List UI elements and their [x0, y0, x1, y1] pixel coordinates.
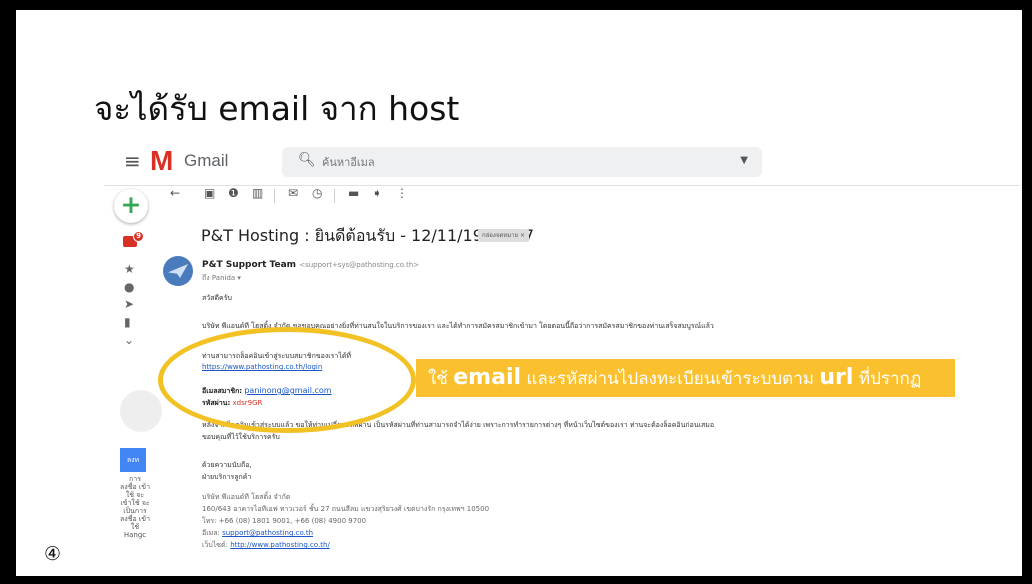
signature-web-row: เว็บไซต์: http://www.pathosting.co.th/ [202, 540, 330, 551]
toolbar-separator [274, 189, 275, 203]
gmail-header: ≡ M Gmail 🔍︎ ▼ [120, 144, 1020, 180]
callout-part-3: ที่ปรากฏ [853, 369, 922, 389]
slide-number: ④ [44, 543, 62, 565]
compose-button[interactable]: + [114, 189, 148, 223]
snoozed-icon[interactable]: ● [124, 280, 134, 294]
archive-icon[interactable]: ▣ [204, 186, 215, 200]
more-chevron-icon[interactable]: ⌄ [124, 333, 134, 347]
closing-regards: ด้วยความนับถือ, [202, 461, 252, 469]
sender-email: <support+sys@pathosting.co.th> [299, 261, 420, 269]
trash-icon[interactable]: ▥ [252, 186, 263, 200]
signature-company: บริษัท พีแอนด์ที โฮสติ้ง จำกัด [202, 493, 291, 501]
slide-title: จะได้รับ email จาก host [94, 89, 460, 128]
callout-part-1: ใช้ [428, 369, 454, 389]
callout-url-word: url [819, 365, 854, 390]
report-spam-icon[interactable]: ❶ [228, 186, 239, 200]
label-icon[interactable]: ➧ [372, 186, 382, 200]
callout-email-word: email [453, 365, 522, 390]
hangouts-signin-text: การ ลงชื่อ เข้าใช้ จะ เข้าใช้ จะ เป็นการ… [120, 475, 150, 539]
gmail-logo-icon[interactable]: M [150, 145, 173, 177]
sender-line: P&T Support Team <support+sys@pathosting… [202, 260, 419, 270]
toolbar-separator [334, 189, 335, 203]
mark-unread-icon[interactable]: ✉ [288, 186, 298, 200]
signature-email-row: อีเมล: support@pathosting.co.th [202, 528, 313, 539]
back-arrow-icon[interactable]: ← [170, 186, 180, 200]
sender-name: P&T Support Team [202, 260, 297, 270]
instruction-callout: ใช้ email และรหัสผ่านไปลงทะเบียนเข้าระบบ… [416, 359, 955, 397]
greeting: สวัสดีครับ [202, 294, 232, 302]
highlight-ellipse [158, 327, 416, 433]
snooze-clock-icon[interactable]: ◷ [312, 186, 322, 200]
signature-email-link[interactable]: support@pathosting.co.th [222, 529, 313, 537]
search-input[interactable] [322, 151, 702, 173]
paragraph-thanks: ขอบคุณที่ไว้ใช้บริการครับ [202, 433, 280, 441]
signature-email-label: อีเมล: [202, 529, 220, 537]
inbox-label-chip[interactable]: กล่องจดหมาย × [478, 229, 529, 242]
hangouts-signin-button[interactable]: ลงท [120, 448, 146, 472]
search-options-icon[interactable]: ▼ [740, 155, 748, 166]
hamburger-menu-icon[interactable]: ≡ [124, 149, 141, 173]
closing-team: ฝ่ายบริการลูกค้า [202, 473, 252, 481]
drafts-icon[interactable]: ▮ [124, 315, 131, 329]
signature-phone: โทร: +66 (08) 1801 9001, +66 (08) 4900 9… [202, 517, 367, 525]
search-icon[interactable]: 🔍︎ [298, 152, 316, 168]
slide: จะได้รับ email จาก host ≡ M Gmail 🔍︎ ▼ +… [16, 10, 1022, 576]
callout-part-2: และรหัสผ่านไปลงทะเบียนเข้าระบบตาม [521, 369, 820, 389]
signature-web-link[interactable]: http://www.pathosting.co.th/ [230, 541, 330, 549]
search-box[interactable]: 🔍︎ ▼ [282, 147, 762, 177]
starred-icon[interactable]: ★ [124, 262, 135, 276]
signature-web-label: เว็บไซต์: [202, 541, 228, 549]
recipient-line[interactable]: ถึง Panida ▾ [202, 273, 241, 284]
move-to-folder-icon[interactable]: ▬ [348, 186, 359, 200]
more-vertical-icon[interactable]: ⋮ [396, 186, 408, 200]
inbox-unread-badge: 9 [133, 231, 144, 242]
sent-icon[interactable]: ➤ [124, 297, 134, 311]
signature-address: 160/643 อาคารไอทีเอฟ ทาวเวอร์ ชั้น 27 ถน… [202, 505, 490, 513]
hangouts-avatar[interactable] [120, 390, 162, 432]
gmail-app-name: Gmail [184, 151, 229, 170]
message-toolbar: ← ▣ ❶ ▥ ✉ ◷ ▬ ➧ ⋮ [170, 186, 470, 206]
